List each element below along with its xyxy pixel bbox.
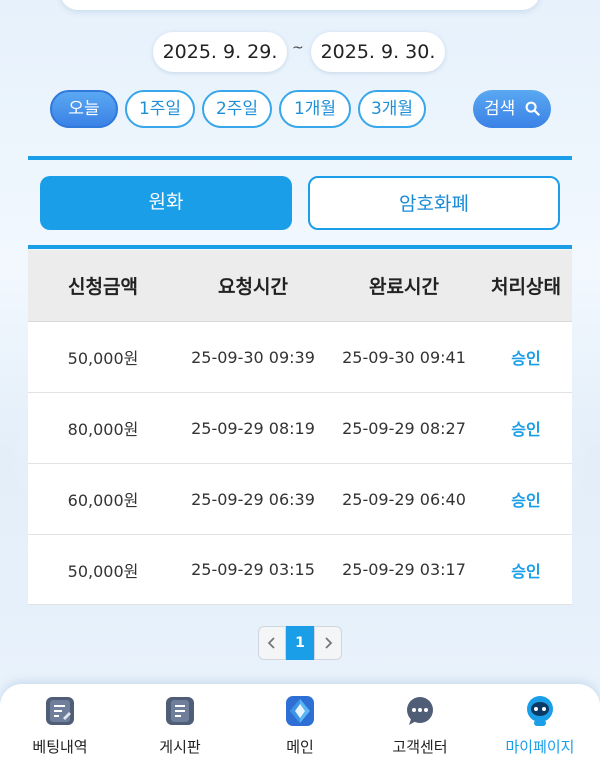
row-complete-time: 25-09-30 09:41 bbox=[342, 347, 466, 367]
currency-tabs: 원화 암호화폐 bbox=[0, 176, 600, 230]
mypage-robot-icon bbox=[527, 696, 553, 726]
tab-crypto[interactable]: 암호화폐 bbox=[308, 176, 560, 230]
bottom-navigation: 베팅내역 게시판 메인 고객센터 마이페이지 bbox=[0, 684, 600, 762]
period-1month-button[interactable]: 1개월 bbox=[279, 90, 351, 128]
history-table: 신청금액 요청시간 완료시간 처리상태 50,000원 25-09-30 09:… bbox=[28, 250, 572, 605]
nav-betting-history[interactable]: 베팅내역 bbox=[0, 684, 120, 762]
chat-bubble-icon bbox=[407, 697, 433, 725]
chevron-right-icon bbox=[325, 637, 333, 649]
prev-page-button[interactable] bbox=[258, 626, 286, 660]
main-diamond-icon bbox=[286, 696, 314, 726]
board-icon bbox=[166, 697, 194, 725]
nav-board[interactable]: 게시판 bbox=[120, 684, 240, 762]
header-status: 처리상태 bbox=[491, 276, 561, 298]
row-amount: 50,000원 bbox=[67, 561, 139, 581]
nav-main[interactable]: 메인 bbox=[240, 684, 360, 762]
table-row: 60,000원 25-09-29 06:39 25-09-29 06:40 승인 bbox=[28, 464, 572, 535]
header-complete-time: 완료시간 bbox=[369, 276, 439, 298]
table-row: 50,000원 25-09-30 09:39 25-09-30 09:41 승인 bbox=[28, 322, 572, 393]
row-status: 승인 bbox=[511, 561, 541, 581]
nav-label: 고객센터 bbox=[392, 738, 448, 756]
top-header-edge bbox=[60, 0, 540, 10]
row-amount: 50,000원 bbox=[67, 349, 139, 368]
page-number-current[interactable]: 1 bbox=[286, 626, 314, 660]
period-2week-button[interactable]: 2주일 bbox=[202, 90, 272, 128]
period-1week-button[interactable]: 1주일 bbox=[125, 90, 195, 128]
search-button[interactable]: 검색 bbox=[473, 90, 551, 128]
row-complete-time: 25-09-29 06:40 bbox=[342, 489, 466, 509]
tab-krw[interactable]: 원화 bbox=[40, 176, 292, 230]
nav-label: 베팅내역 bbox=[32, 738, 88, 756]
row-complete-time: 25-09-29 03:17 bbox=[342, 560, 466, 579]
nav-label: 메인 bbox=[286, 738, 314, 756]
date-range: 2025. 9. 29. ~ 2025. 9. 30. bbox=[0, 32, 600, 72]
period-today-button[interactable]: 오늘 bbox=[50, 90, 118, 128]
next-page-button[interactable] bbox=[314, 626, 342, 660]
nav-label: 게시판 bbox=[159, 738, 201, 756]
header-request-time: 요청시간 bbox=[218, 276, 288, 298]
search-label: 검색 bbox=[484, 99, 516, 119]
betting-history-icon bbox=[46, 697, 74, 725]
row-status: 승인 bbox=[511, 349, 541, 368]
date-from-field[interactable]: 2025. 9. 29. bbox=[153, 32, 287, 72]
table-row: 80,000원 25-09-29 08:19 25-09-29 08:27 승인 bbox=[28, 393, 572, 464]
panel-top-divider bbox=[28, 156, 572, 160]
search-icon bbox=[525, 101, 540, 116]
row-amount: 60,000원 bbox=[67, 491, 139, 510]
date-separator: ~ bbox=[292, 40, 304, 56]
table-top-divider bbox=[28, 245, 572, 249]
table-header: 신청금액 요청시간 완료시간 처리상태 bbox=[28, 250, 572, 322]
row-amount: 80,000원 bbox=[67, 420, 139, 439]
pagination: 1 bbox=[258, 626, 342, 660]
date-to-field[interactable]: 2025. 9. 30. bbox=[311, 32, 445, 72]
row-request-time: 25-09-30 09:39 bbox=[191, 347, 315, 367]
row-request-time: 25-09-29 06:39 bbox=[191, 489, 315, 509]
period-3month-button[interactable]: 3개월 bbox=[358, 90, 426, 128]
nav-label: 마이페이지 bbox=[505, 738, 575, 756]
chevron-left-icon bbox=[267, 637, 275, 649]
row-status: 승인 bbox=[511, 420, 541, 439]
nav-mypage[interactable]: 마이페이지 bbox=[480, 684, 600, 762]
header-amount: 신청금액 bbox=[68, 276, 138, 298]
period-filter: 오늘 1주일 2주일 1개월 3개월 검색 bbox=[0, 90, 600, 128]
nav-customer-center[interactable]: 고객센터 bbox=[360, 684, 480, 762]
row-request-time: 25-09-29 03:15 bbox=[191, 560, 315, 579]
table-row: 50,000원 25-09-29 03:15 25-09-29 03:17 승인 bbox=[28, 535, 572, 605]
row-status: 승인 bbox=[511, 491, 541, 510]
row-request-time: 25-09-29 08:19 bbox=[191, 418, 315, 438]
row-complete-time: 25-09-29 08:27 bbox=[342, 418, 466, 438]
